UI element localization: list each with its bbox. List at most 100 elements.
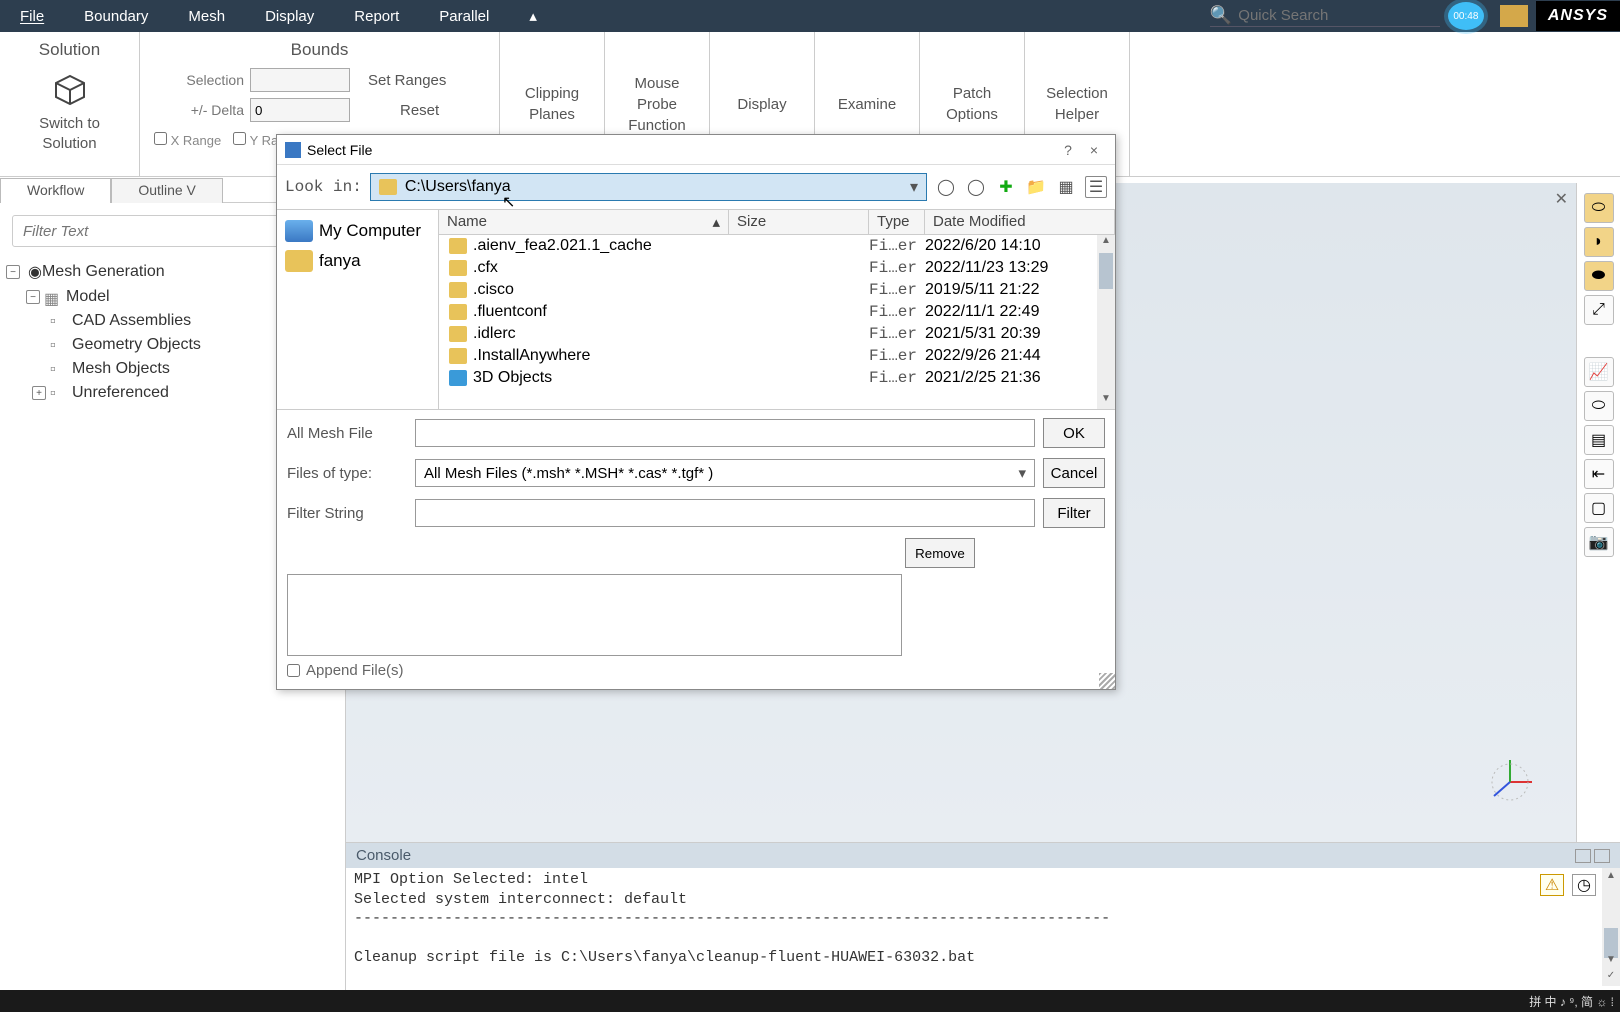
- viewport-close-icon[interactable]: ✕: [1555, 189, 1568, 209]
- nav-fwd-button[interactable]: ◯: [965, 176, 987, 198]
- file-date: 2019/5/11 21:22: [925, 281, 1115, 299]
- place-my-computer[interactable]: My Computer: [283, 216, 432, 246]
- console-scrollbar[interactable]: ▲ ▼ ✓: [1602, 868, 1620, 986]
- file-row[interactable]: .ciscoFi…er2019/5/11 21:22: [439, 279, 1115, 301]
- console-btn-1[interactable]: [1575, 849, 1591, 863]
- reset-button[interactable]: Reset: [400, 102, 439, 119]
- menu-display[interactable]: Display: [245, 8, 334, 25]
- view-grid-button[interactable]: ▦: [1055, 176, 1077, 198]
- lookin-combo[interactable]: C:\Users\fanya ▾: [370, 173, 927, 201]
- dialog-icon: [285, 142, 301, 158]
- selected-files-list[interactable]: [287, 574, 902, 656]
- cancel-button[interactable]: Cancel: [1043, 458, 1105, 488]
- ok-button[interactable]: OK: [1043, 418, 1105, 448]
- file-row[interactable]: 3D Objects Fi…er2021/2/25 21:36: [439, 367, 1115, 389]
- meshfile-input[interactable]: [415, 419, 1035, 447]
- file-type: Fi…er: [869, 303, 925, 321]
- xrange-check[interactable]: X Range: [154, 132, 221, 148]
- selection-input[interactable]: [250, 68, 350, 92]
- console-title: Console: [356, 847, 411, 864]
- file-row[interactable]: .cfxFi…er2022/11/23 13:29: [439, 257, 1115, 279]
- folder-icon: [379, 179, 397, 195]
- taskbar: 拼 中 ♪ ⁹, 简 ☼ ⁞: [0, 990, 1620, 1012]
- side-toolbar: ⬭ ◗ ⬬ ⤢ 📈 ⬭ ▤ ⇤ ▢ 📷: [1576, 183, 1620, 842]
- view-list-button[interactable]: ☰: [1085, 176, 1107, 198]
- menu-bar: File Boundary Mesh Display Report Parall…: [0, 0, 1620, 32]
- filetype-label: Files of type:: [287, 465, 407, 482]
- filterstring-input[interactable]: [415, 499, 1035, 527]
- console-btn-2[interactable]: [1594, 849, 1610, 863]
- menu-file[interactable]: File: [0, 8, 64, 25]
- file-type: Fi…er: [869, 237, 925, 255]
- console-clock-icon[interactable]: ◷: [1572, 874, 1596, 896]
- tool-8[interactable]: ⇤: [1584, 459, 1614, 489]
- file-date: 2021/2/25 21:36: [925, 369, 1115, 387]
- tool-chart-icon[interactable]: 📈: [1584, 357, 1614, 387]
- file-date: 2022/6/20 14:10: [925, 237, 1115, 255]
- dialog-title: Select File: [307, 142, 372, 158]
- tab-workflow[interactable]: Workflow: [0, 178, 111, 203]
- axis-triad: [1480, 752, 1540, 812]
- switch-to-solution-button[interactable]: Switch to Solution: [14, 114, 125, 153]
- file-row[interactable]: .InstallAnywhereFi…er2022/9/26 21:44: [439, 345, 1115, 367]
- yrange-check[interactable]: Y Ra: [233, 132, 278, 148]
- file-name: .InstallAnywhere: [473, 347, 729, 365]
- tab-outline[interactable]: Outline V: [111, 178, 223, 203]
- tool-6[interactable]: ⬭: [1584, 391, 1614, 421]
- folder-icon: [449, 282, 467, 298]
- menu-boundary[interactable]: Boundary: [64, 8, 168, 25]
- menu-report[interactable]: Report: [334, 8, 419, 25]
- folder-icon: [449, 304, 467, 320]
- tool-7[interactable]: ▤: [1584, 425, 1614, 455]
- file-row[interactable]: .fluentconfFi…er2022/11/1 22:49: [439, 301, 1115, 323]
- filetype-select[interactable]: All Mesh Files (*.msh* *.MSH* *.cas* *.t…: [415, 459, 1035, 487]
- bars-icon[interactable]: [1500, 5, 1528, 27]
- file-type: Fi…er: [869, 369, 925, 387]
- menu-more[interactable]: ▴: [509, 7, 557, 25]
- tool-1[interactable]: ⬭: [1584, 193, 1614, 223]
- file-row[interactable]: .aienv_fea2.021.1_cacheFi…er2022/6/20 14…: [439, 235, 1115, 257]
- set-ranges-button[interactable]: Set Ranges: [368, 72, 446, 89]
- menu-mesh[interactable]: Mesh: [168, 8, 245, 25]
- file-type: Fi…er: [869, 325, 925, 343]
- tool-2[interactable]: ◗: [1584, 227, 1614, 257]
- dialog-help-button[interactable]: ?: [1055, 142, 1081, 158]
- recording-timer: 00:48: [1448, 2, 1484, 30]
- dialog-titlebar[interactable]: Select File ? ×: [277, 135, 1115, 165]
- tool-3[interactable]: ⬬: [1584, 261, 1614, 291]
- ime-indicator[interactable]: 拼 中 ♪ ⁹, 简 ☼ ⁞: [1529, 993, 1614, 1010]
- delta-input[interactable]: [250, 98, 350, 122]
- nav-up-button[interactable]: ✚: [995, 176, 1017, 198]
- dialog-resize-grip[interactable]: [1099, 673, 1115, 689]
- console-output: MPI Option Selected: intel Selected syst…: [346, 868, 1620, 986]
- tool-camera-icon[interactable]: 📷: [1584, 527, 1614, 557]
- file-list-scrollbar[interactable]: ▲ ▼: [1097, 235, 1115, 409]
- place-user[interactable]: fanya: [283, 246, 432, 276]
- quick-search-input[interactable]: [1238, 7, 1438, 24]
- file-name: .idlerc: [473, 325, 729, 343]
- file-row[interactable]: .idlerc Fi…er2021/5/31 20:39: [439, 323, 1115, 345]
- console-warning-icon[interactable]: ⚠: [1540, 874, 1564, 896]
- cube-icon[interactable]: [52, 72, 88, 108]
- file-name: .fluentconf: [473, 303, 729, 321]
- tool-4[interactable]: ⤢: [1584, 295, 1614, 325]
- lookin-path: C:\Users\fanya: [405, 178, 511, 196]
- nav-newfolder-button[interactable]: 📁: [1025, 176, 1047, 198]
- file-name: .cfx: [473, 259, 729, 277]
- selection-label: Selection: [154, 72, 244, 88]
- tool-9[interactable]: ▢: [1584, 493, 1614, 523]
- file-type: Fi…er: [869, 347, 925, 365]
- dialog-close-button[interactable]: ×: [1081, 142, 1107, 158]
- file-name: 3D Objects: [473, 369, 729, 387]
- ribbon-solution-group: Solution Switch to Solution: [0, 32, 140, 176]
- remove-button[interactable]: Remove: [905, 538, 975, 568]
- filter-button[interactable]: Filter: [1043, 498, 1105, 528]
- file-type: Fi…er: [869, 259, 925, 277]
- quick-search[interactable]: 🔍: [1210, 5, 1440, 27]
- console-panel: Console MPI Option Selected: intel Selec…: [346, 842, 1620, 990]
- nav-back-button[interactable]: ◯: [935, 176, 957, 198]
- file-columns-header[interactable]: Name ▴ Size Type Date Modified: [439, 210, 1115, 235]
- menu-parallel[interactable]: Parallel: [419, 8, 509, 25]
- file-date: 2021/5/31 20:39: [925, 325, 1115, 343]
- append-files-checkbox[interactable]: [287, 664, 300, 677]
